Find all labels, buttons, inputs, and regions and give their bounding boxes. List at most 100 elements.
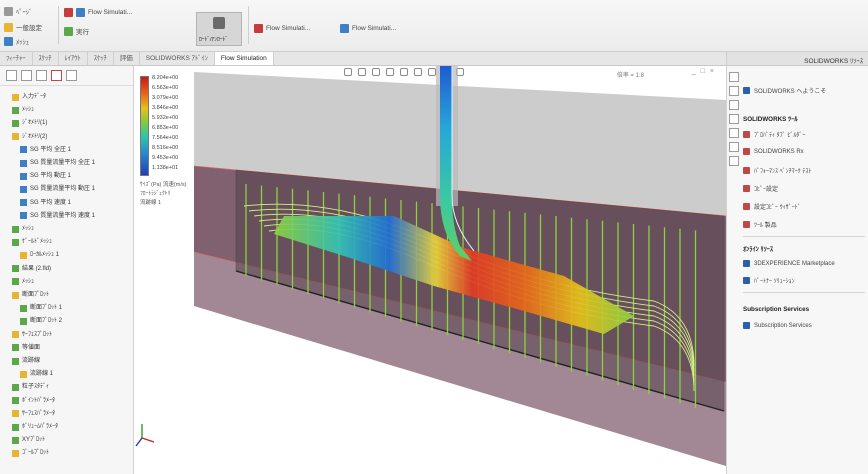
tree-item[interactable]: ｹﾞｰﾙﾄﾞﾒｯｼｭ (12, 237, 52, 247)
tree-item-label: ﾒｯｼｭ (22, 278, 35, 285)
tree-item[interactable]: 粒子ｽﾀﾃﾞｨ (12, 382, 49, 392)
design-library-icon[interactable] (729, 100, 739, 110)
tree-item-label: ﾎﾟｲﾝﾄﾊﾟﾗﾒｰﾀ (22, 397, 56, 404)
configuration-manager-icon[interactable] (36, 70, 47, 81)
legend-value: 7.564e+00 (152, 135, 179, 141)
appearances-icon[interactable] (729, 128, 739, 138)
tree-item-label: 等値面 (22, 344, 41, 351)
resources-icon[interactable] (729, 86, 739, 96)
color-legend: 8.204e+00 6.563e+00 3.079e+00 3.846e+00 5.93… (140, 75, 200, 206)
tree-item-label: ｺﾞｰﾙﾌﾟﾛｯﾄ (22, 450, 50, 457)
ribbon-item-flow-sim-1[interactable]: Flow Simulati... (64, 8, 132, 17)
tree-item[interactable]: ｼﾞｵﾒﾄﾘ(2) (12, 132, 47, 142)
tab-sketch-2[interactable]: ｽｹｯﾁ (88, 52, 114, 65)
task-pane-link[interactable]: ﾂｰﾙ 製品 (743, 220, 777, 229)
tree-item[interactable]: 結果 (2.fld) (12, 264, 51, 274)
task-pane-link[interactable]: ﾊﾟﾌｫｰﾏﾝｽ ﾍﾞﾝﾁﾏｰｸ ﾃｽﾄ (743, 166, 811, 175)
legend-value: 3.846e+00 (152, 105, 179, 111)
task-pane-link[interactable]: ﾌﾟﾛﾊﾟﾃｨ ﾀﾌﾞ ﾋﾞﾙﾀﾞｰ (743, 130, 805, 139)
tree-item[interactable]: ﾛｰｶﾙﾒｯｼｭ 1 (20, 250, 59, 260)
task-pane-tabs (727, 68, 741, 166)
ribbon-item-flow-sim-3[interactable]: Flow Simulati... (340, 24, 396, 33)
tab-features[interactable]: ﾌｨｰﾁｬｰ (0, 52, 33, 65)
tree-item[interactable]: 断面ﾌﾟﾛｯﾄ (12, 290, 49, 300)
tree-item[interactable]: 流跡線 1 (20, 369, 53, 379)
link-icon (743, 203, 750, 210)
tree-item[interactable]: SG 平均 動圧 1 (20, 171, 71, 181)
tree-item[interactable]: 断面ﾌﾟﾛｯﾄ 2 (20, 316, 62, 326)
tab-flow-simulation[interactable]: Flow Simulation (214, 52, 274, 65)
welcome-link[interactable]: SOLIDWORKS へようこそ (743, 86, 826, 95)
command-ribbon: ﾍﾟｰｼﾞ 一般設定 ﾒｯｼｭ Flow Simulati... 実行 ﾛｰﾄﾞ… (0, 0, 868, 52)
link-label: ﾊﾟｰﾄﾅｰ ｿﾘｭｰｼｮﾝ (754, 279, 795, 285)
link-label: ｺﾋﾟｰ設定 (754, 187, 779, 193)
tree-item-label: ﾛｰｶﾙﾒｯｼｭ 1 (30, 252, 60, 259)
tree-item[interactable]: ｺﾞｰﾙﾌﾟﾛｯﾄ (12, 448, 49, 458)
house-icon (743, 87, 750, 94)
task-pane-link[interactable]: Subscription Services (743, 322, 812, 329)
tree-node-icon (12, 106, 19, 114)
legend-value: 3.079e+00 (152, 95, 179, 101)
tree-item[interactable]: ｼﾞｵﾒﾄﾘ(1) (12, 118, 47, 128)
flow-analysis-tree-icon[interactable] (51, 70, 62, 81)
task-pane-link[interactable]: ﾊﾟｰﾄﾅｰ ｿﾘｭｰｼｮﾝ (743, 276, 795, 285)
goal-icon (20, 159, 27, 167)
tree-item[interactable]: SG 質量流量平均 速度 1 (20, 211, 95, 221)
custom-properties-icon[interactable] (729, 156, 739, 166)
ribbon-item-run[interactable]: 実行 (64, 26, 89, 36)
online-heading: ｵﾝﾗｲﾝ ﾘｿｰｽ (743, 246, 774, 253)
tree-item[interactable]: SG 平均 全圧 1 (20, 145, 71, 155)
section-divider (743, 236, 865, 237)
tree-item-label: SG 平均 速度 1 (30, 199, 72, 206)
task-pane-link[interactable]: ｺﾋﾟｰ設定 (743, 184, 778, 193)
tree-item[interactable]: XYﾌﾟﾛｯﾄ (12, 435, 45, 445)
legend-value: 6.563e+00 (152, 85, 179, 91)
home-icon[interactable] (729, 72, 739, 82)
ribbon-item-load-unload[interactable]: ﾛｰﾄﾞ/ｱﾝﾛｰﾄﾞ (196, 12, 242, 46)
graphics-viewport[interactable]: 倍率 = 1:8 _ □ × 8.204e+00 6.563e+00 3.079… (134, 66, 726, 474)
tab-addins[interactable]: SOLIDWORKS ｱﾄﾞｲﾝ (140, 52, 215, 65)
tree-item[interactable]: ﾒｯｼｭ (12, 105, 34, 115)
link-icon (743, 131, 750, 138)
tree-node-icon (12, 291, 19, 299)
legend-value: 6.853e+00 (152, 125, 179, 131)
link-icon (743, 185, 750, 192)
tab-evaluate[interactable]: 評価 (114, 52, 140, 65)
tree-item-label: 入力ﾃﾞｰﾀ (22, 94, 47, 100)
tab-layout[interactable]: ﾚｲｱｳﾄ (59, 52, 88, 65)
feature-manager-icon[interactable] (6, 70, 17, 81)
tree-item[interactable]: 等値面 (12, 343, 40, 353)
legend-value: 9.453e+00 (152, 155, 179, 161)
tree-item[interactable]: 入力ﾃﾞｰﾀ (12, 92, 46, 102)
ribbon-item-page[interactable]: ﾍﾟｰｼﾞ (4, 6, 32, 16)
tree-item[interactable]: SG 質量流量平均 全圧 1 (20, 158, 95, 168)
task-pane-link[interactable]: SOLIDWORKS Rx (743, 148, 804, 155)
tree-item[interactable]: ﾎﾞﾘｭｰﾑﾊﾟﾗﾒｰﾀ (12, 422, 58, 432)
tree-item[interactable]: ｻｰﾌｪｽﾌﾟﾛｯﾄ (12, 330, 52, 340)
tab-sketch[interactable]: ｽｹｯﾁ (33, 52, 59, 65)
tree-item[interactable]: 流跡線 (12, 356, 40, 366)
solidworks-window: ﾍﾟｰｼﾞ 一般設定 ﾒｯｼｭ Flow Simulati... 実行 ﾛｰﾄﾞ… (0, 0, 868, 474)
tree-item[interactable]: SG 平均 速度 1 (20, 198, 71, 208)
tree-item[interactable]: SG 質量流量平均 動圧 1 (20, 184, 95, 194)
tree-item-label: 流跡線 1 (30, 371, 54, 378)
run-icon (64, 26, 73, 36)
display-manager-icon[interactable] (66, 70, 77, 81)
ribbon-item-mesh[interactable]: ﾒｯｼｭ (4, 36, 29, 46)
tree-node-icon (12, 397, 19, 405)
property-manager-icon[interactable] (21, 70, 32, 81)
ribbon-item-flow-sim-2[interactable]: Flow Simulati... (254, 24, 310, 33)
tree-item[interactable]: ﾒｯｼｭ (12, 224, 34, 234)
view-palette-icon[interactable] (729, 142, 739, 152)
task-pane-link[interactable]: 3DEXPERIENCE Marketplace (743, 260, 835, 267)
tree-item[interactable]: ﾎﾟｲﾝﾄﾊﾟﾗﾒｰﾀ (12, 396, 55, 406)
tree-item[interactable]: 断面ﾌﾟﾛｯﾄ 1 (20, 303, 62, 313)
ribbon-item-general-settings[interactable]: 一般設定 (4, 22, 42, 32)
tree-node-icon (12, 93, 19, 101)
file-explorer-icon[interactable] (729, 114, 739, 124)
tree-item[interactable]: ﾒｯｼｭ (12, 277, 34, 287)
task-pane-link[interactable]: 設定ｺﾋﾟｰ ｳｨｻﾞｰﾄﾞ (743, 202, 801, 211)
tree-item[interactable]: ｻｰﾌｪｽﾊﾟﾗﾒｰﾀ (12, 409, 55, 419)
tree-item-label: SG 質量流量平均 動圧 1 (30, 186, 96, 193)
feature-tree-panel: 入力ﾃﾞｰﾀ ﾒｯｼｭ ｼﾞｵﾒﾄﾘ(1) ｼﾞｵﾒﾄﾘ(2) SG 平均 全圧 1 SG… (0, 66, 134, 474)
